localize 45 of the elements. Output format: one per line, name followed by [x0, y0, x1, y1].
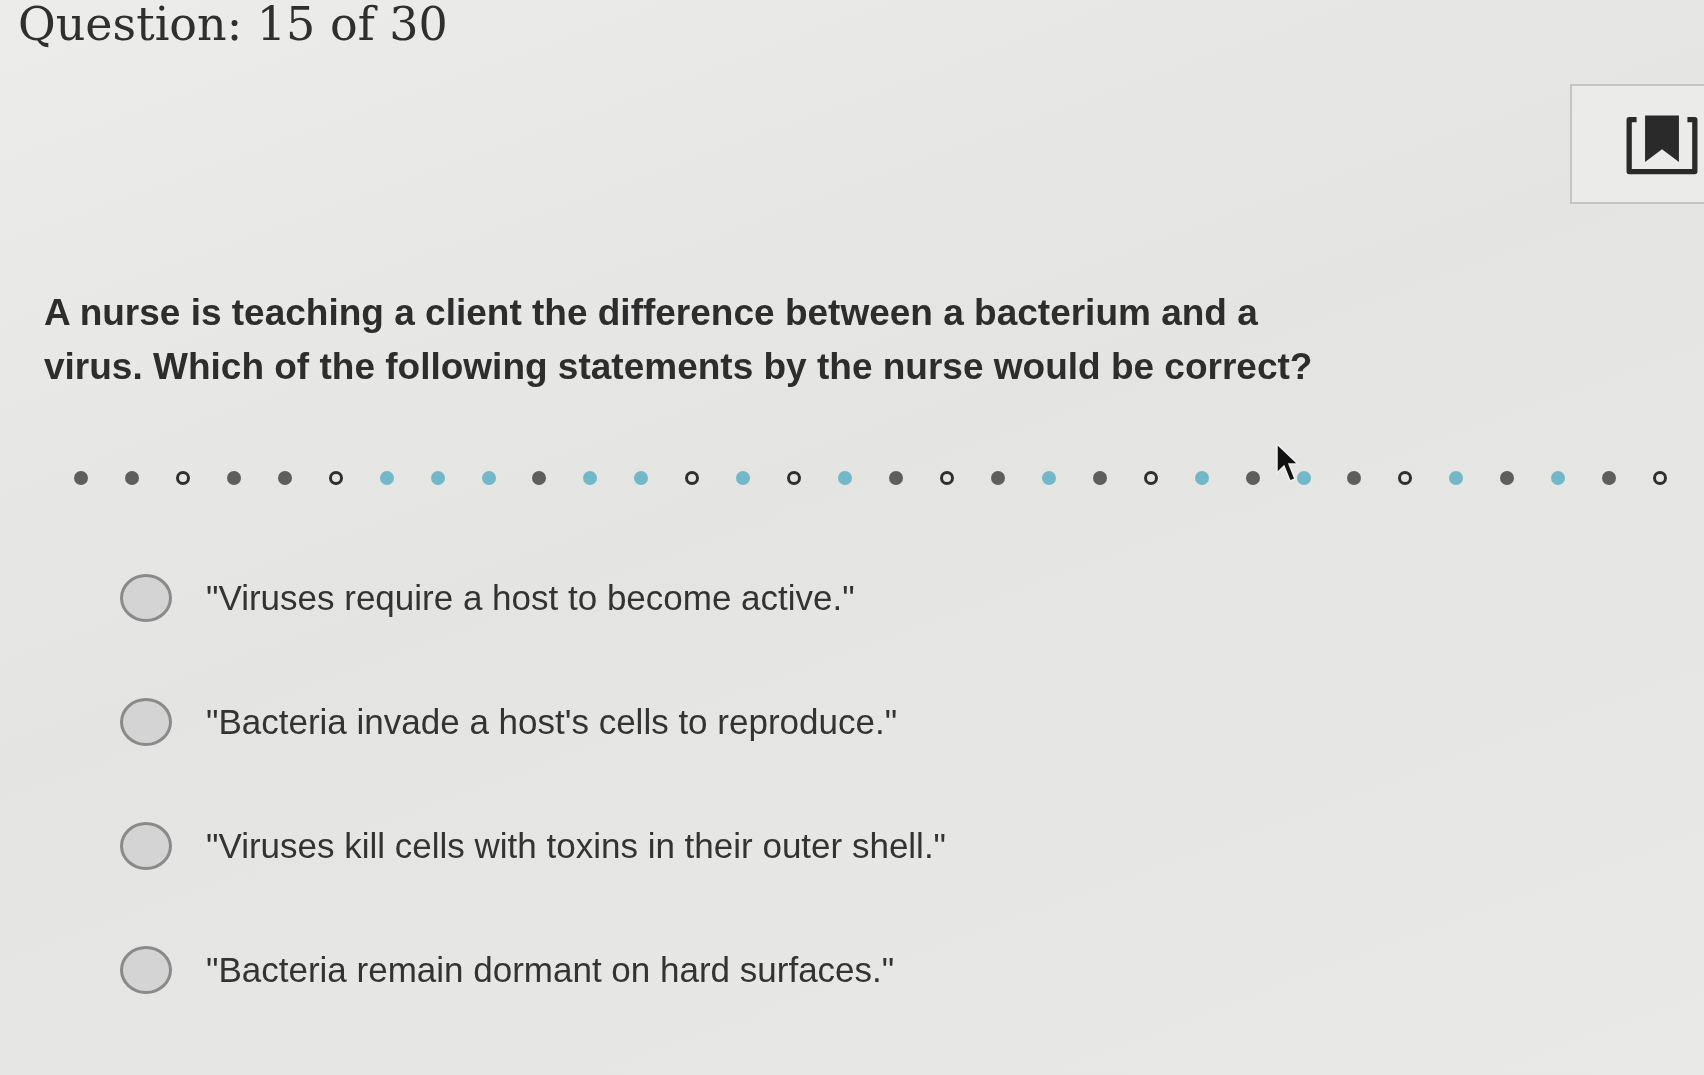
dot-icon[interactable]: [1092, 471, 1107, 485]
dot-icon[interactable]: [889, 471, 903, 485]
mouse-pointer-icon: [1276, 443, 1300, 483]
question-counter: Question: 15 of 30: [18, 0, 448, 49]
ring-icon[interactable]: [1398, 471, 1413, 485]
dot-icon[interactable]: [1602, 471, 1617, 485]
radio-button[interactable]: [120, 698, 172, 746]
dot-icon[interactable]: [1194, 471, 1209, 485]
dot-icon[interactable]: [277, 471, 292, 485]
dot-icon[interactable]: [1041, 471, 1056, 485]
dot-icon[interactable]: [736, 471, 751, 485]
dot-icon[interactable]: [379, 471, 394, 485]
ring-icon[interactable]: [175, 471, 190, 485]
ring-icon[interactable]: [939, 471, 954, 485]
radio-button[interactable]: [120, 822, 172, 870]
answer-option-text[interactable]: "Bacteria invade a host's cells to reproduce.": [206, 702, 898, 742]
ring-icon[interactable]: [787, 471, 802, 485]
dot-icon[interactable]: [1449, 471, 1464, 485]
radio-button[interactable]: [120, 574, 172, 622]
dot-icon[interactable]: [74, 471, 88, 485]
dot-icon[interactable]: [990, 471, 1005, 485]
question-text: A nurse is teaching a client the difference between a bacterium and a virus. Which of the following statements by the nurse would be correct?: [44, 291, 1314, 389]
ring-icon[interactable]: [1653, 471, 1668, 485]
dot-icon[interactable]: [1551, 471, 1566, 485]
dot-icon[interactable]: [430, 471, 445, 485]
dot-icon[interactable]: [481, 471, 496, 485]
answer-option-text[interactable]: "Viruses kill cells with toxins in their outer shell.": [206, 826, 947, 866]
ring-icon[interactable]: [1143, 471, 1158, 485]
dot-icon[interactable]: [634, 471, 649, 485]
dot-icon[interactable]: [583, 471, 598, 485]
dot-icon[interactable]: [226, 471, 241, 485]
dot-icon[interactable]: [532, 471, 547, 485]
dot-icon[interactable]: [1296, 471, 1311, 485]
dot-icon[interactable]: [1500, 471, 1515, 485]
dot-icon[interactable]: [838, 471, 853, 485]
bookmark-button[interactable]: [1570, 84, 1704, 204]
ring-icon[interactable]: [685, 471, 700, 485]
ring-icon[interactable]: [328, 471, 343, 485]
dot-icon[interactable]: [1347, 471, 1362, 485]
dot-icon[interactable]: [124, 471, 139, 485]
bookmark-icon: [1626, 113, 1698, 175]
answer-option-text[interactable]: "Viruses require a host to become active.": [206, 578, 855, 618]
answer-option-text[interactable]: "Bacteria remain dormant on hard surfaces.": [206, 950, 895, 990]
dot-icon[interactable]: [1245, 471, 1260, 485]
radio-button[interactable]: [120, 946, 172, 994]
